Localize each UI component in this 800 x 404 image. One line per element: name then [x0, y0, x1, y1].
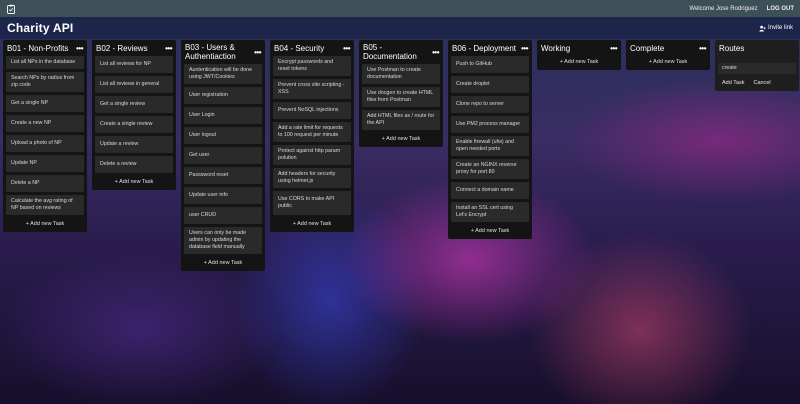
- task-card[interactable]: Add a rate limit for requests to 100 req…: [273, 122, 351, 142]
- invite-label: Invite link: [767, 25, 793, 31]
- add-task-button[interactable]: + Add new Task: [273, 218, 351, 229]
- cancel-button[interactable]: Cancel: [754, 80, 771, 86]
- list-complete: Complete ••• + Add new Task: [626, 40, 710, 70]
- add-task-button[interactable]: + Add new Task: [362, 133, 440, 144]
- list-menu-icon[interactable]: •••: [165, 44, 172, 53]
- list-title: B05 - Documentation: [363, 43, 417, 61]
- task-card[interactable]: Delete a NP: [6, 175, 84, 192]
- list-title: B03 - Users & Authentiaction: [185, 43, 236, 61]
- task-card[interactable]: List all reviews for NP: [95, 56, 173, 73]
- list-deployment: B06 - Deployment ••• Push to GitHub Creat…: [448, 40, 532, 239]
- list-menu-icon[interactable]: •••: [76, 44, 83, 53]
- task-card[interactable]: Get user: [184, 147, 262, 164]
- task-card[interactable]: Use PM2 process manager: [451, 116, 529, 133]
- task-card[interactable]: user CRUD: [184, 207, 262, 224]
- task-card[interactable]: Prevent NoSQL injections: [273, 102, 351, 119]
- task-card[interactable]: Install an SSL cert using Let's Encrypt: [451, 202, 529, 222]
- task-card[interactable]: Update a review: [95, 136, 173, 153]
- task-card[interactable]: Use docgen to create HTML files from Pos…: [362, 87, 440, 107]
- list-working: Working ••• + Add new Task: [537, 40, 621, 70]
- task-card[interactable]: Use Postman to create documentation: [362, 64, 440, 84]
- task-card[interactable]: Add headers for security using helmet.js: [273, 168, 351, 188]
- task-card[interactable]: User Login: [184, 107, 262, 124]
- add-task-button[interactable]: + Add new Task: [184, 257, 262, 268]
- task-card[interactable]: Use CORS to make API public: [273, 191, 351, 215]
- task-card[interactable]: Get a single NP: [6, 95, 84, 112]
- task-card[interactable]: List all reviews in general: [95, 76, 173, 93]
- task-card[interactable]: Create droplet: [451, 76, 529, 93]
- add-task-button[interactable]: + Add new Task: [6, 218, 84, 229]
- list-menu-icon[interactable]: •••: [343, 44, 350, 53]
- task-card[interactable]: Push to GitHub: [451, 56, 529, 73]
- task-card[interactable]: User registration: [184, 87, 262, 104]
- list-title: B06 - Deployment: [452, 43, 517, 53]
- task-card[interactable]: Add HTML files as / route for the API: [362, 110, 440, 130]
- task-card[interactable]: Search NPs by radius from zip code: [6, 72, 84, 92]
- logout-link[interactable]: LOG OUT: [767, 6, 794, 12]
- list-documentation: B05 - Documentation ••• Use Postman to cr…: [359, 40, 443, 147]
- task-card[interactable]: Users can only be made admin by updating…: [184, 227, 262, 254]
- task-card[interactable]: Upload a photo of NP: [6, 135, 84, 152]
- add-task-button[interactable]: + Add new Task: [540, 56, 618, 67]
- add-task-button[interactable]: + Add new Task: [629, 56, 707, 67]
- list-title: B02 - Reviews: [96, 43, 148, 53]
- list-title: B01 - Non-Profits: [7, 43, 69, 53]
- task-card[interactable]: Encrypt passwords and reset tokens: [273, 56, 351, 76]
- clipboard-check-icon[interactable]: [6, 4, 16, 14]
- task-card[interactable]: Create a single review: [95, 116, 173, 133]
- task-card[interactable]: Update NP: [6, 155, 84, 172]
- list-menu-icon[interactable]: •••: [432, 48, 439, 57]
- task-card[interactable]: Auntentication will be done using JWT/Co…: [184, 64, 262, 84]
- add-user-icon: [759, 25, 766, 31]
- task-card[interactable]: Enable firewall (ufw) and open needed po…: [451, 136, 529, 156]
- board-title: Charity API: [7, 21, 74, 35]
- new-list-form: Routes Add Task Cancel: [715, 40, 799, 91]
- task-card[interactable]: Connect a domain name: [451, 182, 529, 199]
- invite-link[interactable]: Invite link: [759, 25, 793, 32]
- task-card[interactable]: Protect against http param polution: [273, 145, 351, 165]
- list-security: B04 - Security ••• Encrypt passwords and …: [270, 40, 354, 232]
- add-task-button[interactable]: Add Task: [722, 80, 745, 86]
- list-title: B04 - Security: [274, 43, 325, 53]
- task-card[interactable]: Calculate the avg rating of NP based on …: [6, 195, 84, 215]
- task-card[interactable]: Delete a review: [95, 156, 173, 173]
- task-card[interactable]: User logout: [184, 127, 262, 144]
- welcome-text: Welcome Jose Rodriguez: [689, 5, 758, 12]
- board-header: Charity API Invite link: [0, 17, 800, 39]
- list-non-profits: B01 - Non-Profits ••• List all NPs in the…: [3, 40, 87, 232]
- add-task-button[interactable]: + Add new Task: [451, 225, 529, 236]
- new-list-title-input[interactable]: [718, 62, 796, 74]
- list-menu-icon[interactable]: •••: [699, 44, 706, 53]
- list-menu-icon[interactable]: •••: [610, 44, 617, 53]
- task-card[interactable]: Prevent cross site scripting - XSS: [273, 79, 351, 99]
- list-menu-icon[interactable]: •••: [521, 44, 528, 53]
- task-card[interactable]: Create an NGINX reverse proxy for port 8…: [451, 159, 529, 179]
- task-card[interactable]: Clone repo to server: [451, 96, 529, 113]
- list-reviews: B02 - Reviews ••• List all reviews for NP…: [92, 40, 176, 190]
- task-card[interactable]: Passsword reset: [184, 167, 262, 184]
- list-title: Complete: [630, 43, 665, 53]
- task-card[interactable]: Create a new NP: [6, 115, 84, 132]
- list-title: Routes: [719, 43, 745, 53]
- task-card[interactable]: List all NPs in the database: [6, 56, 84, 69]
- list-title: Working: [541, 43, 571, 53]
- task-card[interactable]: Get a single review: [95, 96, 173, 113]
- add-task-button[interactable]: + Add new Task: [95, 176, 173, 187]
- list-users-auth: B03 - Users & Authentiaction ••• Auntenti…: [181, 40, 265, 271]
- list-menu-icon[interactable]: •••: [254, 48, 261, 57]
- top-bar: Welcome Jose Rodriguez LOG OUT: [0, 0, 800, 17]
- task-card[interactable]: Update user info: [184, 187, 262, 204]
